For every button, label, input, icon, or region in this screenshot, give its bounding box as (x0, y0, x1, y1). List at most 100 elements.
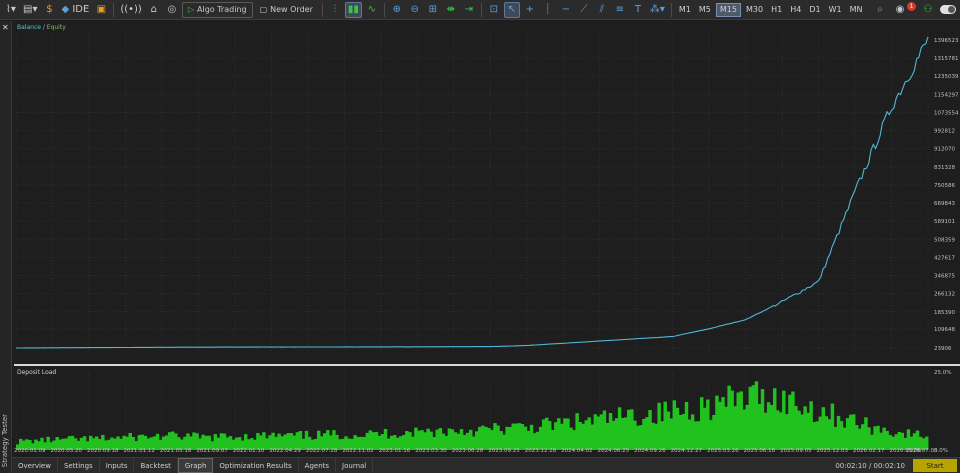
grid-icon[interactable]: ⊞ (425, 2, 441, 18)
deposit-load-bar (867, 427, 871, 450)
account-icon[interactable]: ⚇ (920, 2, 936, 18)
deposit-load-bar (587, 417, 591, 450)
algo-trading-button[interactable]: ▷ Algo Trading (181, 1, 253, 18)
deposit-load-bar (481, 425, 485, 450)
theme-toggle[interactable] (940, 5, 956, 14)
deposit-load-bar (645, 417, 649, 450)
tab-backtest[interactable]: Backtest (134, 458, 178, 473)
start-button[interactable]: Start (913, 459, 957, 472)
y-tick-label: 669843 (934, 201, 955, 207)
zoom-in-icon[interactable]: ⊕ (389, 2, 405, 18)
fibonacci-icon[interactable]: ≡ (612, 2, 628, 18)
timeframe-m5[interactable]: M5 (696, 3, 714, 17)
deposit-load-bar (876, 425, 880, 450)
timeframe-m30[interactable]: M30 (743, 3, 766, 17)
timeframe-m15[interactable]: M15 (715, 2, 741, 17)
shapes-icon[interactable]: ⁂▾ (648, 2, 667, 18)
tab-settings[interactable]: Settings (58, 458, 100, 473)
indicators-icon[interactable]: ⊡ (486, 2, 502, 18)
x-tick-label: 2025.03.26 (707, 448, 739, 454)
home-icon[interactable]: ⌂ (146, 2, 162, 18)
crosshair-icon[interactable]: + (522, 2, 538, 18)
deposit-load-bar (383, 429, 388, 450)
x-tick-label: 2026.02.17 (853, 448, 885, 454)
deposit-load-bar (581, 423, 585, 450)
balance-chart[interactable]: 1396523 1315781 1235039 1154297 1073554 99281… (14, 22, 960, 364)
y-tick-label: 109648 (934, 327, 955, 333)
tab-agents[interactable]: Agents (299, 458, 337, 473)
tab-graph[interactable]: Graph (177, 458, 214, 473)
deposit-load-bar (608, 413, 613, 450)
line-chart-icon[interactable]: ∿ (364, 2, 380, 18)
legend-equity: Equity (46, 24, 66, 31)
candlestick-icon[interactable]: ▮▮ (344, 1, 362, 18)
timeframe-d1[interactable]: D1 (806, 3, 823, 17)
toolbar-divider (321, 2, 323, 17)
vps-icon[interactable]: ◎ (164, 2, 180, 18)
horizontal-line-icon[interactable]: − (558, 2, 574, 18)
deposit-load-bar (809, 401, 813, 450)
deposit-load-bar (572, 430, 576, 450)
deposit-load-bar (800, 414, 804, 450)
x-tick-label: 2024.09.26 (634, 448, 666, 454)
deposit-load-bar (824, 416, 829, 450)
timeframe-m1[interactable]: M1 (676, 3, 694, 17)
deposit-load-bar (751, 385, 756, 450)
main-toolbar: ⌇▾ ▤▾ $ ◆ IDE ▣ ((•)) ⌂ ◎ ▷ Algo Trading … (0, 0, 960, 20)
deposit-load-bar (839, 421, 844, 450)
close-icon[interactable]: ✕ (2, 23, 9, 32)
signal-icon[interactable]: ((•)) (118, 2, 144, 18)
x-tick-label: 2024.06.25 (597, 448, 630, 454)
deposit-load-bar (560, 423, 564, 450)
deposit-load-bar (523, 426, 528, 450)
vertical-line-icon[interactable]: ⏐ (540, 2, 556, 18)
deposit-load-bar (438, 428, 443, 450)
deposit-load-bar (788, 394, 792, 450)
zoom-out-icon[interactable]: ⊖ (407, 2, 423, 18)
deposit-load-bar (617, 407, 622, 450)
deposit-load-bar (873, 426, 877, 450)
deposit-load-bar (718, 401, 722, 450)
deposit-load-bar (760, 389, 765, 450)
timeframe-h1[interactable]: H1 (768, 3, 785, 17)
tab-overview[interactable]: Overview (12, 458, 58, 473)
deposit-load-bar (332, 430, 336, 450)
deposit-load-bar (769, 405, 774, 450)
x-tick-label: 2025.09.05 (780, 448, 812, 454)
deposit-load-bar (642, 419, 646, 450)
y-tick-label: 508359 (934, 237, 955, 243)
text-tool-icon[interactable]: T (630, 2, 646, 18)
timeframe-h4[interactable]: H4 (787, 3, 804, 17)
deposit-load-bar (663, 401, 667, 450)
strategy-icon[interactable]: ▣ (93, 2, 109, 18)
autoscroll-icon[interactable]: ⇼ (443, 2, 459, 18)
deposit-load-bar (748, 386, 753, 450)
notifications-icon[interactable]: ◉ (892, 2, 908, 18)
tab-journal[interactable]: Journal (336, 458, 374, 473)
chart-type-icon[interactable]: ⌇▾ (3, 2, 19, 18)
channel-icon[interactable]: ⫽ (594, 2, 610, 18)
market-icon[interactable]: $ (41, 2, 57, 18)
bar-chart-icon[interactable]: ⫶ (327, 2, 343, 18)
deposit-load-bar (821, 407, 826, 450)
x-tick-label: 2020.05.20 (50, 448, 82, 454)
new-order-button[interactable]: ▢ New Order (255, 2, 318, 18)
cursor-icon[interactable]: ↖ (503, 1, 520, 18)
timeframe-mn[interactable]: MN (847, 3, 866, 17)
tab-inputs[interactable]: Inputs (100, 458, 135, 473)
trendline-icon[interactable]: ⟋ (576, 2, 592, 18)
templates-icon[interactable]: ▤▾ (21, 2, 39, 18)
x-tick-label: 2023.01.16 (378, 448, 411, 454)
tab-optimization-results[interactable]: Optimization Results (213, 458, 299, 473)
search-icon[interactable]: ⌕ (872, 2, 888, 18)
x-tick-label: 2021.05.18 (159, 448, 192, 454)
y-tick-label: 1154297 (934, 92, 959, 98)
timeframe-w1[interactable]: W1 (826, 3, 845, 17)
deposit-load-bar (803, 406, 807, 450)
deposit-load-bar (842, 427, 847, 450)
chart-shift-icon[interactable]: ⇥ (461, 2, 477, 18)
x-tick-label: 2023.09.25 (488, 448, 520, 454)
deposit-load-bar (827, 419, 832, 450)
ide-button[interactable]: ◆ IDE (59, 2, 91, 18)
chart-background (14, 22, 960, 364)
